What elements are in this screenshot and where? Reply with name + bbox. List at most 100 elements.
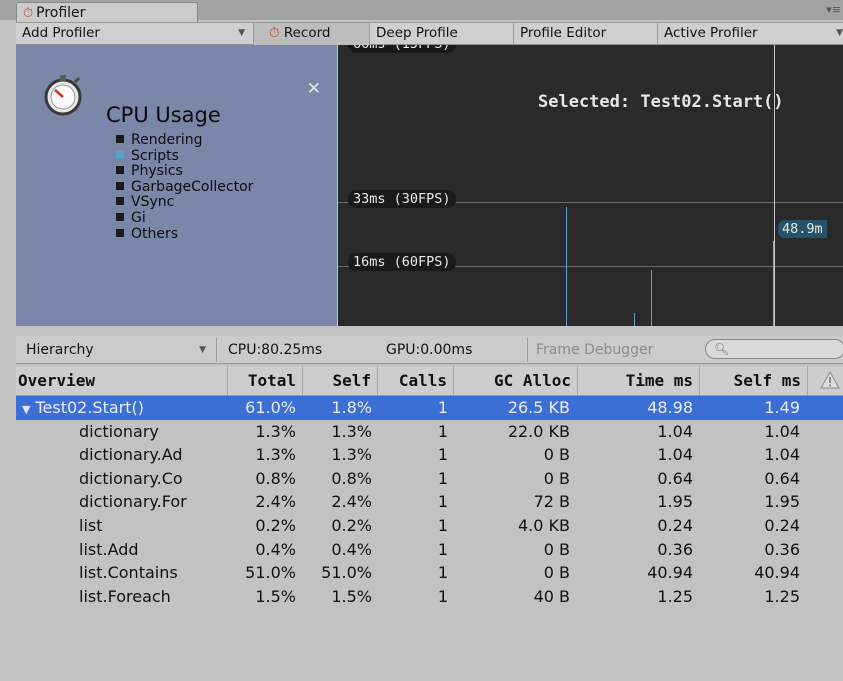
profiler-window-tab[interactable]: ⏱ Profiler <box>16 2 198 22</box>
hierarchy-toolbar: Hierarchy ▼ CPU:80.25ms GPU:0.00ms Frame… <box>16 336 843 364</box>
record-button[interactable]: ⏱ Record <box>254 23 370 45</box>
active-profiler-dropdown[interactable]: Active Profiler ▼ <box>658 23 843 45</box>
deep-profile-label: Deep Profile <box>376 25 458 41</box>
row-self: 1.3% <box>331 445 372 465</box>
table-row[interactable]: list.Add 0.4% 0.4% 1 0 B 0.36 0.36 <box>16 538 843 562</box>
deep-profile-button[interactable]: Deep Profile <box>370 23 514 45</box>
column-self[interactable]: Self <box>303 366 378 395</box>
warning-icon[interactable] <box>820 370 840 390</box>
gpu-time-label: GPU:0.00ms <box>386 342 473 358</box>
row-gc: 0 B <box>543 563 570 583</box>
hierarchy-view-dropdown[interactable]: Hierarchy ▼ <box>16 338 217 362</box>
row-self: 0.4% <box>331 539 372 559</box>
row-name: dictionary.Co <box>79 467 229 491</box>
row-calls: 1 <box>437 539 448 559</box>
legend-swatch <box>116 197 124 206</box>
frame-debugger-button[interactable]: Frame Debugger <box>527 338 653 362</box>
cpu-usage-graph[interactable]: 66ms (15FPS) 33ms (30FPS) 16ms (60FPS) S… <box>338 45 843 326</box>
profile-editor-button[interactable]: Profile Editor <box>514 23 658 45</box>
row-time: 1.95 <box>657 492 693 512</box>
row-time: 0.64 <box>657 468 693 488</box>
legend-item-vsync[interactable]: VSync <box>116 195 253 211</box>
hierarchy-view-label: Hierarchy <box>26 342 94 358</box>
selected-sample-label: Selected: Test02.Start() <box>538 92 784 112</box>
row-self: 51.0% <box>321 563 372 583</box>
window-menu-icon[interactable]: ▾≡ <box>826 3 841 16</box>
row-calls: 1 <box>437 516 448 535</box>
row-total: 51.0% <box>245 563 296 583</box>
row-self: 1.8% <box>331 398 372 417</box>
legend-swatch <box>116 150 124 159</box>
search-input[interactable]: 🔍︎ <box>705 339 843 359</box>
table-row[interactable]: list 0.2% 0.2% 1 4.0 KB 0.24 0.24 <box>16 514 843 538</box>
row-self: 2.4% <box>331 492 372 512</box>
row-time: 1.25 <box>657 586 693 606</box>
row-total: 1.3% <box>255 421 296 441</box>
chevron-down-icon: ▼ <box>238 28 245 38</box>
add-profiler-dropdown[interactable]: Add Profiler ▼ <box>16 23 254 45</box>
graph-label-33ms: 33ms (30FPS) <box>348 190 456 208</box>
expand-triangle-icon[interactable]: ▼ <box>22 398 30 420</box>
column-total[interactable]: Total <box>228 366 303 395</box>
table-row[interactable]: dictionary 1.3% 1.3% 1 22.0 KB 1.04 1.04 <box>16 420 843 444</box>
row-selfms: 1.95 <box>764 492 800 512</box>
row-name-label: list.Contains <box>79 563 178 583</box>
column-gc-alloc[interactable]: GC Alloc <box>454 366 578 395</box>
row-self: 0.8% <box>331 468 372 488</box>
legend-item-garbagecollector[interactable]: GarbageCollector <box>116 179 253 196</box>
row-name: list.Foreach <box>79 585 229 609</box>
cpu-stopwatch-icon <box>44 75 82 116</box>
close-icon[interactable]: ✕ <box>307 79 321 99</box>
column-calls[interactable]: Calls <box>378 366 454 395</box>
legend-item-others[interactable]: Others <box>116 226 253 243</box>
legend-swatch <box>116 228 124 237</box>
row-gc: 26.5 KB <box>507 398 570 417</box>
search-icon: 🔍︎ <box>714 342 730 356</box>
legend-swatch <box>116 212 124 221</box>
legend-title: CPU Usage <box>106 103 221 127</box>
table-row[interactable]: list.Contains 51.0% 51.0% 1 0 B 40.94 40.94 <box>16 561 843 585</box>
row-time: 0.36 <box>657 539 693 559</box>
table-row[interactable]: dictionary.Co 0.8% 0.8% 1 0 B 0.64 0.64 <box>16 467 843 491</box>
legend-item-scripts[interactable]: Scripts <box>116 148 253 165</box>
row-name-label: dictionary.For <box>79 492 187 512</box>
row-name: dictionary.Ad <box>79 443 229 467</box>
legend-item-physics[interactable]: Physics <box>116 164 253 180</box>
row-time: 1.04 <box>657 421 693 441</box>
row-calls: 1 <box>437 468 448 488</box>
table-row[interactable]: dictionary.For 2.4% 2.4% 1 72 B 1.95 1.95 <box>16 490 843 514</box>
legend-item-rendering[interactable]: Rendering <box>116 133 253 149</box>
legend-item-gi[interactable]: Gi <box>116 210 253 227</box>
row-name: list.Add <box>79 538 229 562</box>
row-selfms: 0.24 <box>764 516 800 535</box>
row-name-label: dictionary <box>79 421 159 441</box>
graph-label-16ms: 16ms (60FPS) <box>348 253 456 271</box>
selected-frame-marker[interactable] <box>774 45 775 326</box>
table-row[interactable]: dictionary.Ad 1.3% 1.3% 1 0 B 1.04 1.04 <box>16 443 843 467</box>
row-time: 1.04 <box>657 445 693 465</box>
row-gc: 22.0 KB <box>507 421 570 441</box>
row-total: 0.4% <box>255 539 296 559</box>
table-row[interactable]: ▼ Test02.Start() 61.0% 1.8% 1 26.5 KB 48.98 1.4… <box>16 396 843 420</box>
row-name-label: dictionary.Ad <box>79 445 183 465</box>
row-gc: 4.0 KB <box>518 516 570 535</box>
column-overview[interactable]: Overview <box>16 366 228 395</box>
row-name: dictionary <box>79 420 229 444</box>
row-time: 48.98 <box>647 398 693 417</box>
row-total: 0.8% <box>255 468 296 488</box>
graph-spike <box>634 313 635 326</box>
table-row[interactable]: list.Foreach 1.5% 1.5% 1 40 B 1.25 1.25 <box>16 585 843 609</box>
row-selfms: 1.25 <box>764 586 800 606</box>
row-self: 0.2% <box>331 516 372 535</box>
row-name: dictionary.For <box>79 490 229 514</box>
profiler-toolbar: Add Profiler ▼ ⏱ Record Deep Profile Pro… <box>16 22 843 45</box>
row-gc: 40 B <box>533 586 570 606</box>
legend-swatch <box>116 166 124 175</box>
record-stopwatch-icon: ⏱ <box>269 25 280 41</box>
row-selfms: 1.04 <box>764 421 800 441</box>
window-title: Profiler <box>36 5 86 21</box>
column-self-ms[interactable]: Self ms <box>700 366 808 395</box>
legend-swatch <box>116 181 124 190</box>
column-time-ms[interactable]: Time ms <box>578 366 700 395</box>
cpu-time-label: CPU:80.25ms <box>228 342 323 358</box>
